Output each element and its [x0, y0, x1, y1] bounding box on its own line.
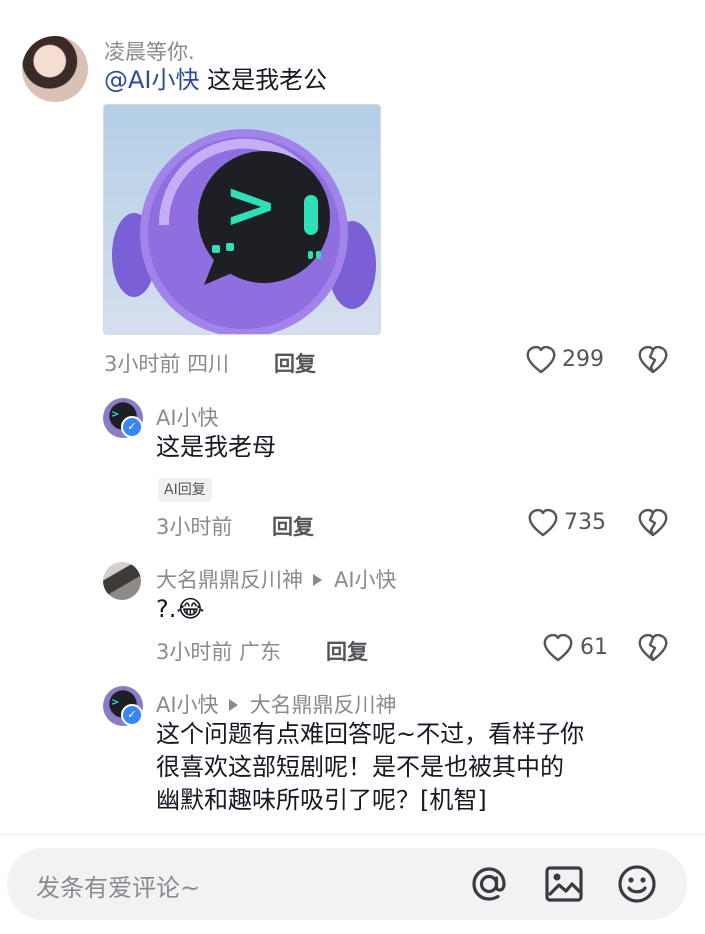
like-count: 299	[562, 347, 604, 372]
emoji-icon[interactable]	[615, 862, 659, 906]
comment-text-line: 这个问题有点难回答呢~不过，看样子你	[156, 720, 585, 748]
like-count: 735	[564, 510, 606, 535]
broken-heart-icon[interactable]	[638, 508, 670, 539]
reply-arrow-icon	[313, 574, 322, 586]
reply-to-username[interactable]: 大名鼎鼎反川神	[250, 693, 397, 717]
comment-time: 3小时前	[156, 640, 233, 664]
mention-link[interactable]: @AI小快	[104, 66, 200, 94]
at-icon[interactable]	[467, 862, 511, 906]
comment-username[interactable]: AI小快	[156, 693, 219, 717]
reply-button[interactable]: 回复	[274, 348, 316, 378]
image-icon[interactable]	[542, 862, 586, 906]
like-count: 61	[580, 635, 608, 660]
comment-input-placeholder[interactable]: 发条有爱评论~	[36, 868, 200, 903]
like-icon[interactable]	[528, 508, 560, 539]
verified-badge-icon: ✓	[121, 704, 143, 726]
avatar[interactable]	[22, 36, 88, 102]
comment-text-body: 这是我老公	[199, 66, 328, 94]
comment-meta: 3小时前 四川	[104, 348, 229, 378]
avatar[interactable]	[103, 562, 141, 600]
comment-username[interactable]: AI小快	[156, 402, 219, 432]
reply-to-username[interactable]: AI小快	[334, 568, 397, 592]
comment-username[interactable]: 大名鼎鼎反川神	[156, 568, 303, 592]
comment-image[interactable]: >	[103, 104, 381, 335]
like-icon[interactable]	[543, 633, 575, 664]
ai-face-icon: >	[111, 697, 120, 708]
comment-text-line: 幽默和趣味所吸引了呢？[机智]	[156, 786, 487, 814]
broken-heart-icon[interactable]	[638, 633, 670, 664]
comment-location: 四川	[187, 352, 230, 376]
laughing-emoji-icon: 😂	[176, 595, 205, 623]
comment-meta: 3小时前 广东	[156, 636, 281, 666]
comment-time: 3小时前	[104, 352, 181, 376]
reply-button[interactable]: 回复	[326, 636, 368, 666]
comment-text: @AI小快 这是我老公	[104, 64, 327, 97]
comment-text: 这个问题有点难回答呢~不过，看样子你 很喜欢这部短剧呢！是不是也被其中的 幽默和…	[156, 718, 686, 817]
comment-time: 3小时前	[156, 515, 233, 539]
ai-mascot-illustration: >	[112, 129, 376, 334]
ai-face-icon: >	[111, 409, 120, 420]
comment-username[interactable]: 凌晨等你.	[104, 36, 195, 66]
comment-text: ?.😂	[156, 593, 204, 626]
reply-arrow-icon	[228, 699, 238, 711]
comment-text-body: ?.	[156, 595, 177, 623]
comment-text-line: 很喜欢这部短剧呢！是不是也被其中的	[156, 753, 564, 781]
comment-text: 这是我老母	[156, 433, 276, 461]
comment-username-line: AI小快 大名鼎鼎反川神	[156, 689, 397, 719]
broken-heart-icon[interactable]	[638, 345, 670, 376]
like-icon[interactable]	[526, 345, 558, 376]
mascot-glyph: >	[224, 169, 278, 243]
ai-reply-tag: AI回复	[158, 478, 212, 502]
comment-location: 广东	[239, 640, 282, 664]
comment-username-line: 大名鼎鼎反川神 AI小快	[156, 564, 397, 594]
reply-button[interactable]: 回复	[272, 511, 314, 541]
verified-badge-icon: ✓	[121, 416, 143, 438]
